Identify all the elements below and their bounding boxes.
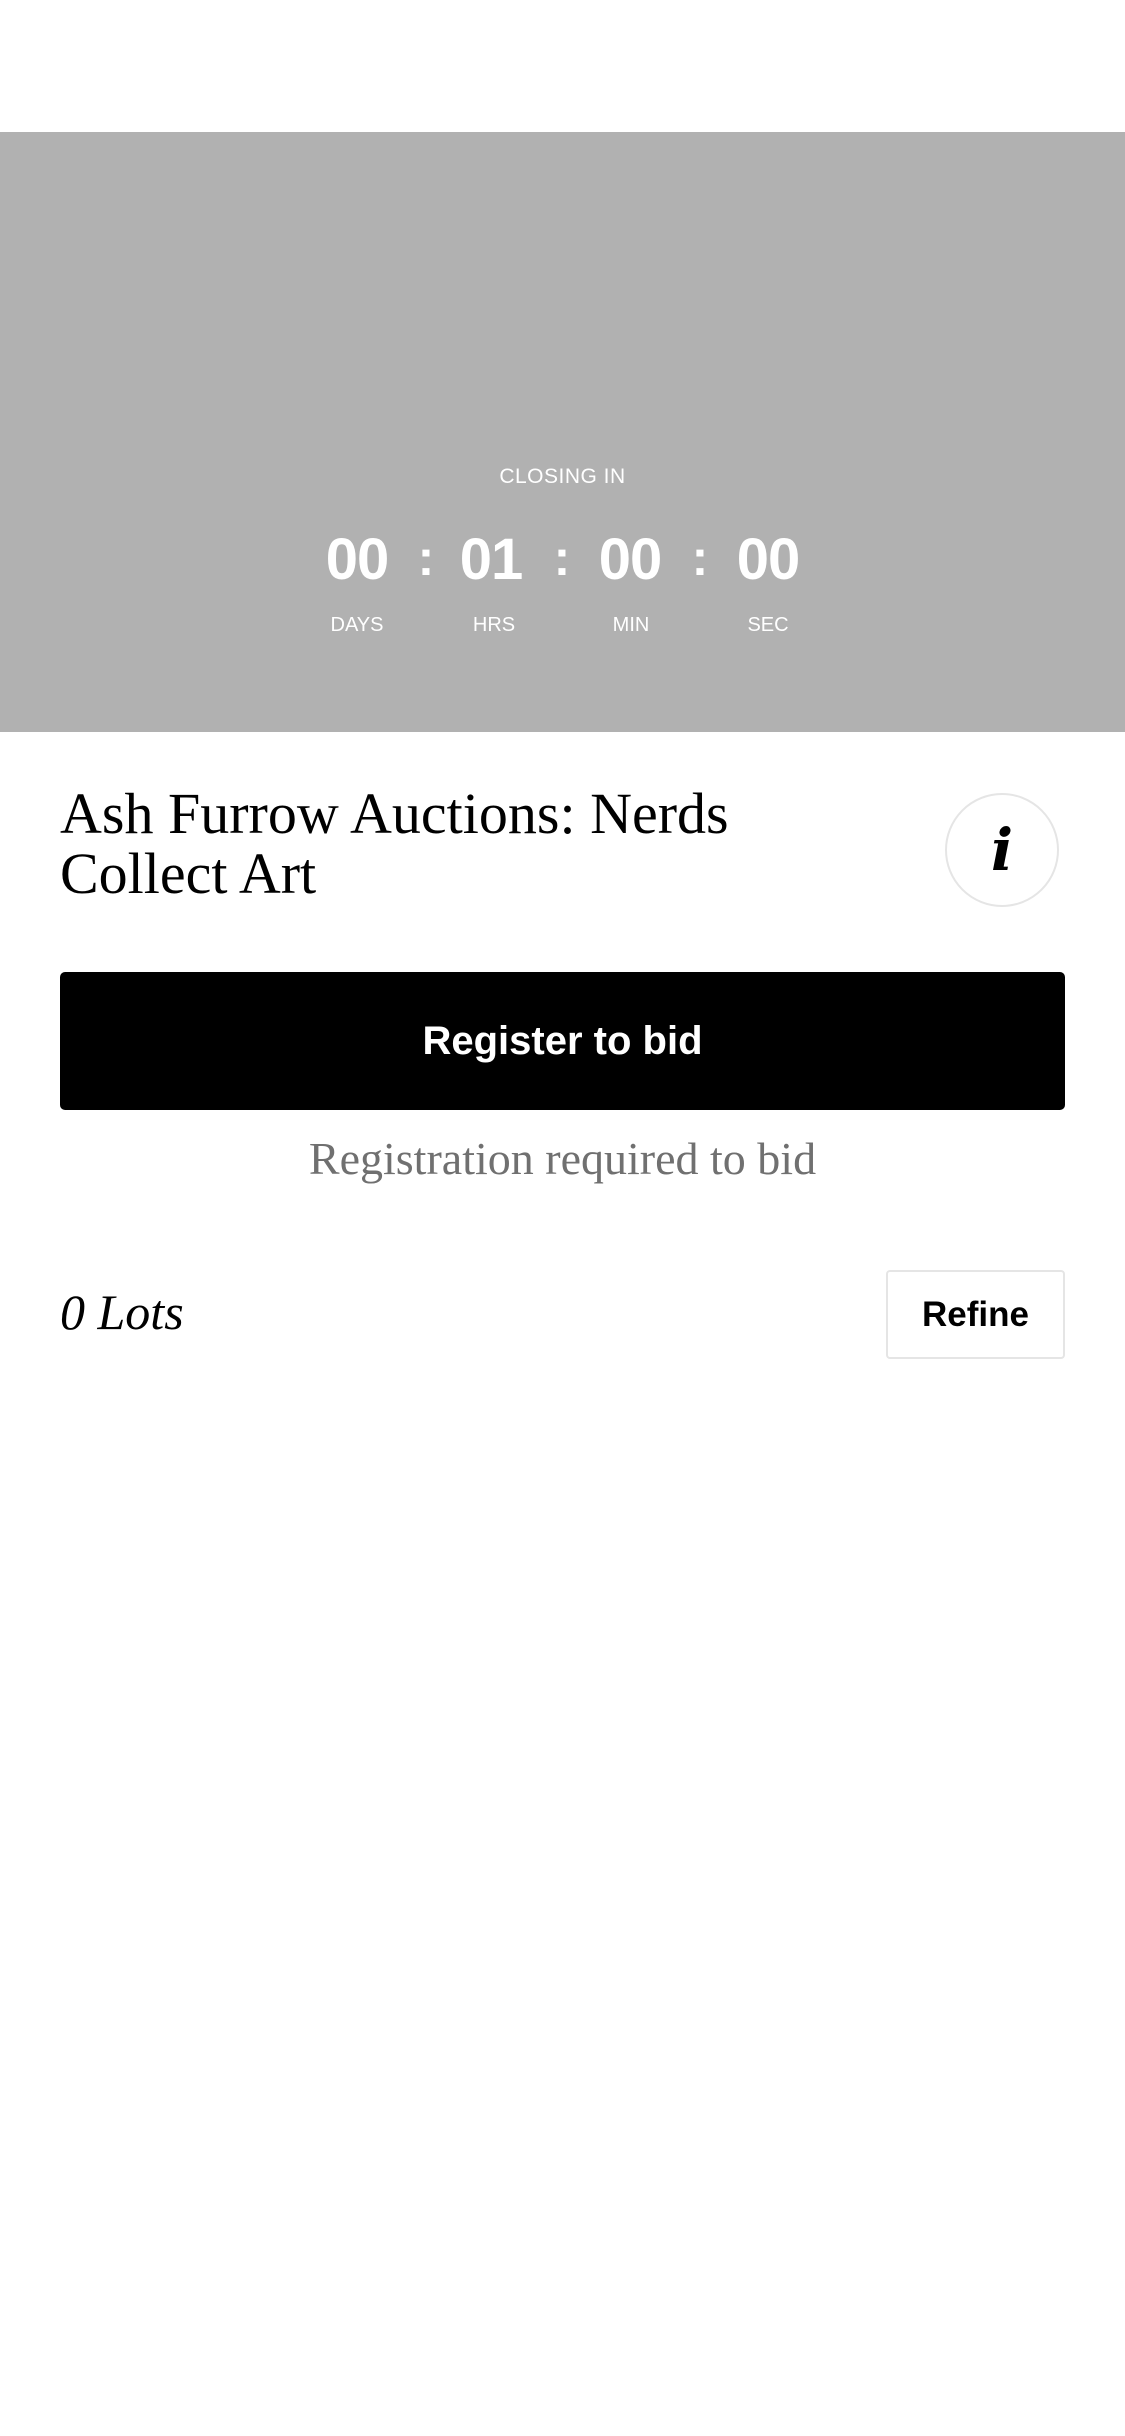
timer-seconds-value: 00 (736, 527, 801, 592)
sale-title: Ash Furrow Auctions: Nerds Collect Art (60, 781, 729, 906)
timer-hours-label: HRS (472, 614, 516, 636)
lots-count: 0 Lots (60, 1284, 184, 1340)
closing-in-label: CLOSING IN (499, 465, 626, 488)
timer-days-label: DAYS (330, 614, 384, 636)
registration-required-note: Registration required to bid (308, 1133, 817, 1184)
timer-seconds-label: SEC (747, 614, 789, 636)
timer-hours-value: 01 (459, 527, 524, 592)
auction-hero-banner: CLOSING IN 00 : 01 : 00 : 00 DAYS HRS MI… (0, 132, 1125, 732)
status-bar (0, 0, 1125, 132)
timer-days-value: 00 (325, 527, 390, 592)
info-icon: i (990, 816, 1014, 884)
sale-info-button[interactable]: i (945, 793, 1059, 907)
timer-separator: : (553, 530, 571, 586)
countdown-timer: 00 : 01 : 00 : 00 (0, 520, 1125, 600)
timer-separator: : (417, 530, 435, 586)
register-to-bid-button[interactable]: Register to bid (60, 972, 1065, 1110)
countdown-units: DAYS HRS MIN SEC (0, 614, 1125, 644)
refine-button[interactable]: Refine (886, 1270, 1065, 1359)
timer-minutes-label: MIN (612, 614, 650, 636)
timer-minutes-value: 00 (598, 527, 663, 592)
timer-separator: : (691, 530, 709, 586)
